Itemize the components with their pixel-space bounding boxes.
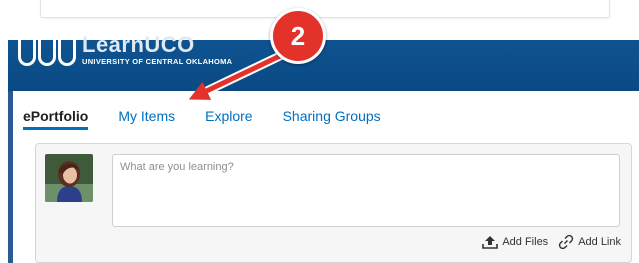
tab-my-items[interactable]: My Items: [118, 106, 175, 130]
main-content: ePortfolio My Items Explore Sharing Grou…: [13, 91, 639, 263]
composer-actions: Add Files Add Link: [482, 234, 621, 250]
screenshot-stage: LearnUCO UNIVERSITY OF CENTRAL OKLAHOMA …: [0, 0, 639, 263]
tab-explore[interactable]: Explore: [205, 106, 252, 130]
step-callout-badge: 2: [270, 8, 326, 64]
logo-title: LearnUCO: [82, 32, 195, 57]
tab-eportfolio[interactable]: ePortfolio: [23, 106, 89, 130]
site-header: LearnUCO UNIVERSITY OF CENTRAL OKLAHOMA: [8, 34, 639, 91]
upload-icon: [482, 236, 499, 249]
eportfolio-tabs: ePortfolio My Items Explore Sharing Grou…: [23, 103, 411, 133]
link-icon: [559, 234, 574, 250]
app-frame: LearnUCO UNIVERSITY OF CENTRAL OKLAHOMA …: [8, 34, 639, 263]
site-logo[interactable]: LearnUCO UNIVERSITY OF CENTRAL OKLAHOMA: [18, 34, 233, 66]
tab-sharing-groups[interactable]: Sharing Groups: [283, 106, 381, 130]
add-link-label: Add Link: [578, 236, 621, 248]
top-panel-fragment: [40, 0, 610, 18]
add-files-label: Add Files: [502, 236, 549, 248]
add-link-button[interactable]: Add Link: [558, 234, 621, 250]
add-files-button[interactable]: Add Files: [482, 235, 548, 249]
uco-logo-mark-icon: [18, 36, 76, 66]
post-input[interactable]: [112, 154, 620, 227]
logo-subtitle: UNIVERSITY OF CENTRAL OKLAHOMA: [82, 57, 233, 66]
avatar: [45, 154, 93, 202]
post-composer: Add Files Add Link: [35, 143, 632, 263]
